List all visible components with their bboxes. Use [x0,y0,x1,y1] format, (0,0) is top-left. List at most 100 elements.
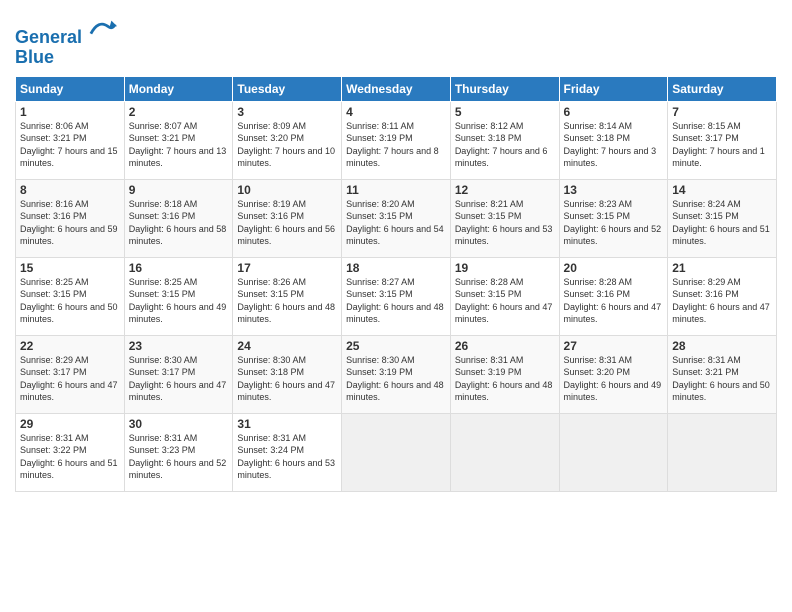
calendar-cell: 10Sunrise: 8:19 AMSunset: 3:16 PMDayligh… [233,179,342,257]
day-info: Sunrise: 8:28 AMSunset: 3:16 PMDaylight:… [564,276,664,326]
day-info: Sunrise: 8:09 AMSunset: 3:20 PMDaylight:… [237,120,337,170]
calendar-cell: 9Sunrise: 8:18 AMSunset: 3:16 PMDaylight… [124,179,233,257]
day-info: Sunrise: 8:26 AMSunset: 3:15 PMDaylight:… [237,276,337,326]
day-info: Sunrise: 8:30 AMSunset: 3:18 PMDaylight:… [237,354,337,404]
day-info: Sunrise: 8:25 AMSunset: 3:15 PMDaylight:… [20,276,120,326]
calendar-cell: 27Sunrise: 8:31 AMSunset: 3:20 PMDayligh… [559,335,668,413]
weekday-header: Sunday [16,76,125,101]
day-info: Sunrise: 8:06 AMSunset: 3:21 PMDaylight:… [20,120,120,170]
day-number: 11 [346,183,446,197]
day-number: 15 [20,261,120,275]
day-number: 17 [237,261,337,275]
day-number: 20 [564,261,664,275]
calendar-week-row: 1Sunrise: 8:06 AMSunset: 3:21 PMDaylight… [16,101,777,179]
weekday-header: Monday [124,76,233,101]
day-info: Sunrise: 8:11 AMSunset: 3:19 PMDaylight:… [346,120,446,170]
calendar-cell: 2Sunrise: 8:07 AMSunset: 3:21 PMDaylight… [124,101,233,179]
calendar-cell: 4Sunrise: 8:11 AMSunset: 3:19 PMDaylight… [342,101,451,179]
logo-general: General [15,27,82,47]
calendar-week-row: 22Sunrise: 8:29 AMSunset: 3:17 PMDayligh… [16,335,777,413]
calendar-cell: 24Sunrise: 8:30 AMSunset: 3:18 PMDayligh… [233,335,342,413]
logo-icon [89,15,117,43]
day-number: 9 [129,183,229,197]
calendar-cell: 12Sunrise: 8:21 AMSunset: 3:15 PMDayligh… [450,179,559,257]
day-info: Sunrise: 8:19 AMSunset: 3:16 PMDaylight:… [237,198,337,248]
calendar-week-row: 15Sunrise: 8:25 AMSunset: 3:15 PMDayligh… [16,257,777,335]
day-number: 7 [672,105,772,119]
calendar-cell: 21Sunrise: 8:29 AMSunset: 3:16 PMDayligh… [668,257,777,335]
day-info: Sunrise: 8:14 AMSunset: 3:18 PMDaylight:… [564,120,664,170]
day-number: 28 [672,339,772,353]
main-container: General Blue SundayMondayTuesdayWednesda… [0,0,792,502]
calendar-cell: 26Sunrise: 8:31 AMSunset: 3:19 PMDayligh… [450,335,559,413]
calendar-cell: 29Sunrise: 8:31 AMSunset: 3:22 PMDayligh… [16,413,125,491]
weekday-header: Saturday [668,76,777,101]
calendar-cell: 17Sunrise: 8:26 AMSunset: 3:15 PMDayligh… [233,257,342,335]
day-info: Sunrise: 8:29 AMSunset: 3:17 PMDaylight:… [20,354,120,404]
weekday-header: Tuesday [233,76,342,101]
day-info: Sunrise: 8:16 AMSunset: 3:16 PMDaylight:… [20,198,120,248]
calendar-cell: 22Sunrise: 8:29 AMSunset: 3:17 PMDayligh… [16,335,125,413]
calendar-cell: 6Sunrise: 8:14 AMSunset: 3:18 PMDaylight… [559,101,668,179]
day-number: 14 [672,183,772,197]
calendar-cell: 1Sunrise: 8:06 AMSunset: 3:21 PMDaylight… [16,101,125,179]
day-info: Sunrise: 8:31 AMSunset: 3:20 PMDaylight:… [564,354,664,404]
calendar-cell: 7Sunrise: 8:15 AMSunset: 3:17 PMDaylight… [668,101,777,179]
day-number: 27 [564,339,664,353]
logo: General Blue [15,15,117,68]
calendar-cell [342,413,451,491]
day-number: 26 [455,339,555,353]
day-number: 10 [237,183,337,197]
day-number: 29 [20,417,120,431]
day-number: 24 [237,339,337,353]
calendar-cell: 23Sunrise: 8:30 AMSunset: 3:17 PMDayligh… [124,335,233,413]
day-info: Sunrise: 8:30 AMSunset: 3:17 PMDaylight:… [129,354,229,404]
calendar-cell: 20Sunrise: 8:28 AMSunset: 3:16 PMDayligh… [559,257,668,335]
day-info: Sunrise: 8:21 AMSunset: 3:15 PMDaylight:… [455,198,555,248]
day-number: 1 [20,105,120,119]
weekday-header: Thursday [450,76,559,101]
day-number: 3 [237,105,337,119]
day-number: 21 [672,261,772,275]
day-number: 12 [455,183,555,197]
calendar-body: 1Sunrise: 8:06 AMSunset: 3:21 PMDaylight… [16,101,777,491]
calendar-cell: 30Sunrise: 8:31 AMSunset: 3:23 PMDayligh… [124,413,233,491]
calendar-cell: 16Sunrise: 8:25 AMSunset: 3:15 PMDayligh… [124,257,233,335]
calendar-cell [559,413,668,491]
day-number: 31 [237,417,337,431]
calendar-table: SundayMondayTuesdayWednesdayThursdayFrid… [15,76,777,492]
calendar-cell: 28Sunrise: 8:31 AMSunset: 3:21 PMDayligh… [668,335,777,413]
calendar-cell [668,413,777,491]
day-number: 5 [455,105,555,119]
weekday-header: Friday [559,76,668,101]
day-number: 13 [564,183,664,197]
weekday-header: Wednesday [342,76,451,101]
calendar-cell: 5Sunrise: 8:12 AMSunset: 3:18 PMDaylight… [450,101,559,179]
calendar-cell: 25Sunrise: 8:30 AMSunset: 3:19 PMDayligh… [342,335,451,413]
day-info: Sunrise: 8:31 AMSunset: 3:21 PMDaylight:… [672,354,772,404]
calendar-cell: 14Sunrise: 8:24 AMSunset: 3:15 PMDayligh… [668,179,777,257]
calendar-cell: 11Sunrise: 8:20 AMSunset: 3:15 PMDayligh… [342,179,451,257]
header: General Blue [15,10,777,68]
day-number: 4 [346,105,446,119]
day-info: Sunrise: 8:31 AMSunset: 3:22 PMDaylight:… [20,432,120,482]
calendar-week-row: 29Sunrise: 8:31 AMSunset: 3:22 PMDayligh… [16,413,777,491]
day-number: 16 [129,261,229,275]
day-number: 23 [129,339,229,353]
day-number: 30 [129,417,229,431]
calendar-week-row: 8Sunrise: 8:16 AMSunset: 3:16 PMDaylight… [16,179,777,257]
calendar-cell: 13Sunrise: 8:23 AMSunset: 3:15 PMDayligh… [559,179,668,257]
calendar-cell [450,413,559,491]
day-info: Sunrise: 8:18 AMSunset: 3:16 PMDaylight:… [129,198,229,248]
day-info: Sunrise: 8:20 AMSunset: 3:15 PMDaylight:… [346,198,446,248]
calendar-cell: 18Sunrise: 8:27 AMSunset: 3:15 PMDayligh… [342,257,451,335]
day-number: 2 [129,105,229,119]
day-number: 6 [564,105,664,119]
day-info: Sunrise: 8:30 AMSunset: 3:19 PMDaylight:… [346,354,446,404]
calendar-cell: 15Sunrise: 8:25 AMSunset: 3:15 PMDayligh… [16,257,125,335]
logo-blue: Blue [15,48,117,68]
day-info: Sunrise: 8:31 AMSunset: 3:23 PMDaylight:… [129,432,229,482]
day-number: 8 [20,183,120,197]
calendar-cell: 8Sunrise: 8:16 AMSunset: 3:16 PMDaylight… [16,179,125,257]
day-info: Sunrise: 8:12 AMSunset: 3:18 PMDaylight:… [455,120,555,170]
